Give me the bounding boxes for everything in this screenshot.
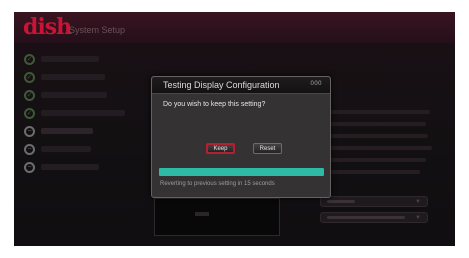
countdown-progress-fill <box>159 168 324 176</box>
step-label-obscured <box>41 146 91 152</box>
tv-screen: dish System Setup ✓ ✓ ✓ ✓ − − − ▼ ▼ Test… <box>14 12 455 246</box>
chevron-down-icon: ▼ <box>415 215 421 221</box>
checkmark-icon: ✓ <box>24 89 35 101</box>
step-label-obscured <box>41 128 93 134</box>
aspect-dropdown[interactable]: ▼ <box>320 212 428 223</box>
checkmark-icon: ✓ <box>24 107 35 119</box>
setup-step-3[interactable]: ✓ <box>24 88 107 102</box>
dialog-question: Do you wish to keep this setting? <box>163 101 266 108</box>
step-label-obscured <box>41 56 99 62</box>
countdown-progress-bar <box>159 168 324 176</box>
display-preview <box>154 198 280 236</box>
dialog-titlebar: Testing Display Configuration 000 <box>152 77 330 94</box>
dialog-title: Testing Display Configuration <box>163 80 280 90</box>
setup-step-6[interactable]: − <box>24 142 91 156</box>
dialog-code-badge: 000 <box>310 81 322 87</box>
testing-display-dialog: Testing Display Configuration 000 Do you… <box>151 76 331 198</box>
setup-step-2[interactable]: ✓ <box>24 70 105 84</box>
minus-circle-icon: − <box>24 161 35 173</box>
minus-circle-icon: − <box>24 143 35 155</box>
screen-title: System Setup <box>69 25 126 35</box>
reset-button[interactable]: Reset <box>253 143 282 154</box>
dropdown-value-obscured <box>327 200 355 203</box>
setup-step-1[interactable]: ✓ <box>24 52 99 66</box>
checkmark-icon: ✓ <box>24 53 35 65</box>
step-label-obscured <box>41 164 99 170</box>
chevron-down-icon: ▼ <box>415 199 421 205</box>
header-bar: dish System Setup <box>14 12 455 43</box>
dish-logo: dish <box>23 14 72 40</box>
resolution-dropdown[interactable]: ▼ <box>320 196 428 207</box>
checkmark-icon: ✓ <box>24 71 35 83</box>
step-label-obscured <box>41 92 107 98</box>
revert-countdown-message: Reverting to previous setting in 15 seco… <box>160 181 275 187</box>
screenshot: dish System Setup ✓ ✓ ✓ ✓ − − − ▼ ▼ Test… <box>0 0 469 258</box>
setup-step-7[interactable]: − <box>24 160 99 174</box>
dropdown-value-obscured <box>327 216 405 219</box>
step-label-obscured <box>41 74 105 80</box>
minus-circle-icon: − <box>24 125 35 137</box>
preview-content-obscured <box>195 212 209 216</box>
setup-step-4[interactable]: ✓ <box>24 106 125 120</box>
setup-step-5-current[interactable]: − <box>24 124 93 138</box>
step-label-obscured <box>41 110 125 116</box>
keep-button[interactable]: Keep <box>206 143 235 154</box>
